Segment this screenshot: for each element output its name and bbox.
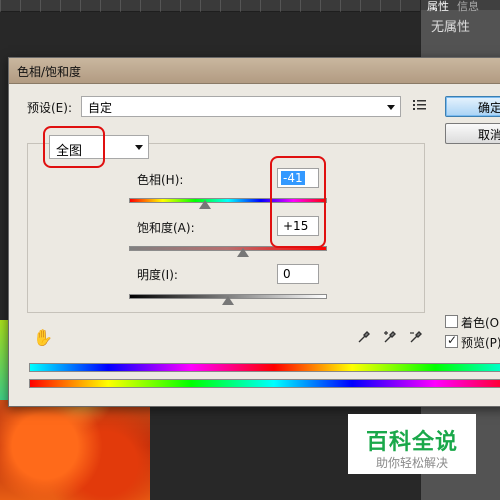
saturation-slider-thumb[interactable] <box>236 248 249 257</box>
watermark-subtitle: 助你轻松解决 <box>375 456 448 470</box>
eyedropper-plus-icon[interactable] <box>383 330 397 344</box>
hue-saturation-dialog: 色相/饱和度 预设(E): 自定 确定 取消 全图 色相(H): -41 饱和度… <box>8 57 500 407</box>
watermark-title: 百科全说 <box>365 430 458 455</box>
tab-properties[interactable]: 属性 <box>427 0 449 14</box>
adjusted-color-bar <box>29 363 500 372</box>
preset-label: 预设(E): <box>27 101 72 115</box>
eyedropper-minus-icon[interactable] <box>409 330 423 344</box>
lightness-input[interactable]: 0 <box>277 264 319 284</box>
chevron-down-icon <box>387 105 395 110</box>
hue-label: 色相(H): <box>137 173 184 187</box>
preset-value: 自定 <box>88 101 113 115</box>
ruler-bar <box>0 0 420 12</box>
dialog-title: 色相/饱和度 <box>17 65 82 79</box>
original-color-bar <box>29 379 500 388</box>
preset-options-icon[interactable] <box>413 98 427 112</box>
highlight-range <box>43 126 105 168</box>
hue-slider-thumb[interactable] <box>199 200 212 209</box>
hand-adjust-icon[interactable]: ✋ <box>33 328 53 347</box>
panel-empty-text: 无属性 <box>431 20 471 35</box>
lightness-value: 0 <box>283 267 291 281</box>
lightness-label: 明度(I): <box>137 268 178 282</box>
panel-tabs: 属性 信息 <box>421 0 500 13</box>
cancel-button[interactable]: 取消 <box>445 123 500 144</box>
cancel-label: 取消 <box>478 128 500 142</box>
dialog-titlebar[interactable]: 色相/饱和度 <box>9 58 500 84</box>
chevron-down-icon <box>135 145 143 150</box>
lightness-slider-thumb[interactable] <box>222 296 234 305</box>
ok-button[interactable]: 确定 <box>445 96 500 117</box>
preview-checkbox[interactable] <box>445 333 458 348</box>
ok-label: 确定 <box>478 101 500 115</box>
preview-label: 预览(P) <box>461 336 500 350</box>
eyedropper-icon[interactable] <box>357 330 371 344</box>
watermark: 百科全说 助你轻松解决 <box>348 414 476 474</box>
colorize-checkbox[interactable] <box>445 315 458 328</box>
colorize-label: 着色(O) <box>461 316 500 330</box>
ruler-ticks <box>0 0 420 12</box>
adjustment-group <box>27 143 425 313</box>
preset-dropdown[interactable]: 自定 <box>81 96 401 117</box>
tab-info[interactable]: 信息 <box>457 0 479 14</box>
saturation-label: 饱和度(A): <box>137 221 195 235</box>
highlight-values <box>270 156 326 248</box>
